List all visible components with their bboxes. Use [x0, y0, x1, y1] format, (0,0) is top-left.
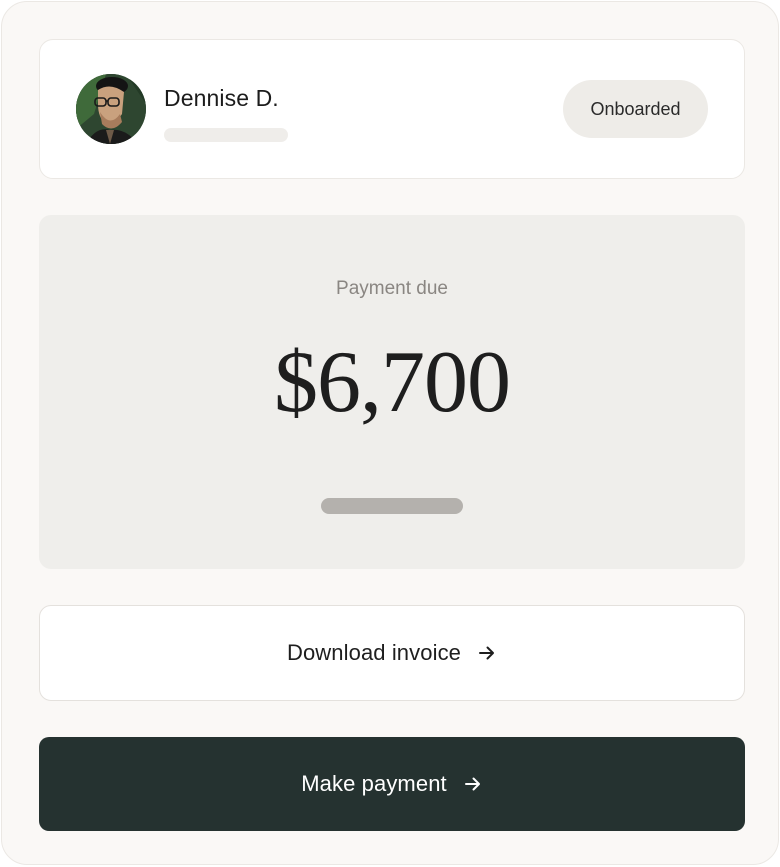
payment-amount: $6,700	[274, 334, 511, 431]
detail-placeholder	[321, 498, 463, 514]
payment-card: Dennise D. Onboarded Payment due $6,700 …	[1, 1, 779, 865]
make-payment-label: Make payment	[301, 771, 447, 796]
avatar	[76, 74, 146, 144]
status-badge: Onboarded	[563, 80, 708, 138]
arrow-right-icon	[463, 774, 483, 794]
profile-card: Dennise D. Onboarded	[39, 39, 745, 179]
subtitle-placeholder	[164, 128, 288, 142]
make-payment-button[interactable]: Make payment	[39, 737, 745, 831]
download-invoice-label: Download invoice	[286, 640, 462, 665]
payment-due-label: Payment due	[336, 278, 448, 299]
payment-due-panel: Payment due $6,700	[39, 215, 745, 569]
download-invoice-button[interactable]: Download invoice	[39, 605, 745, 701]
profile-name: Dennise D.	[164, 85, 279, 111]
arrow-right-icon	[477, 643, 497, 663]
